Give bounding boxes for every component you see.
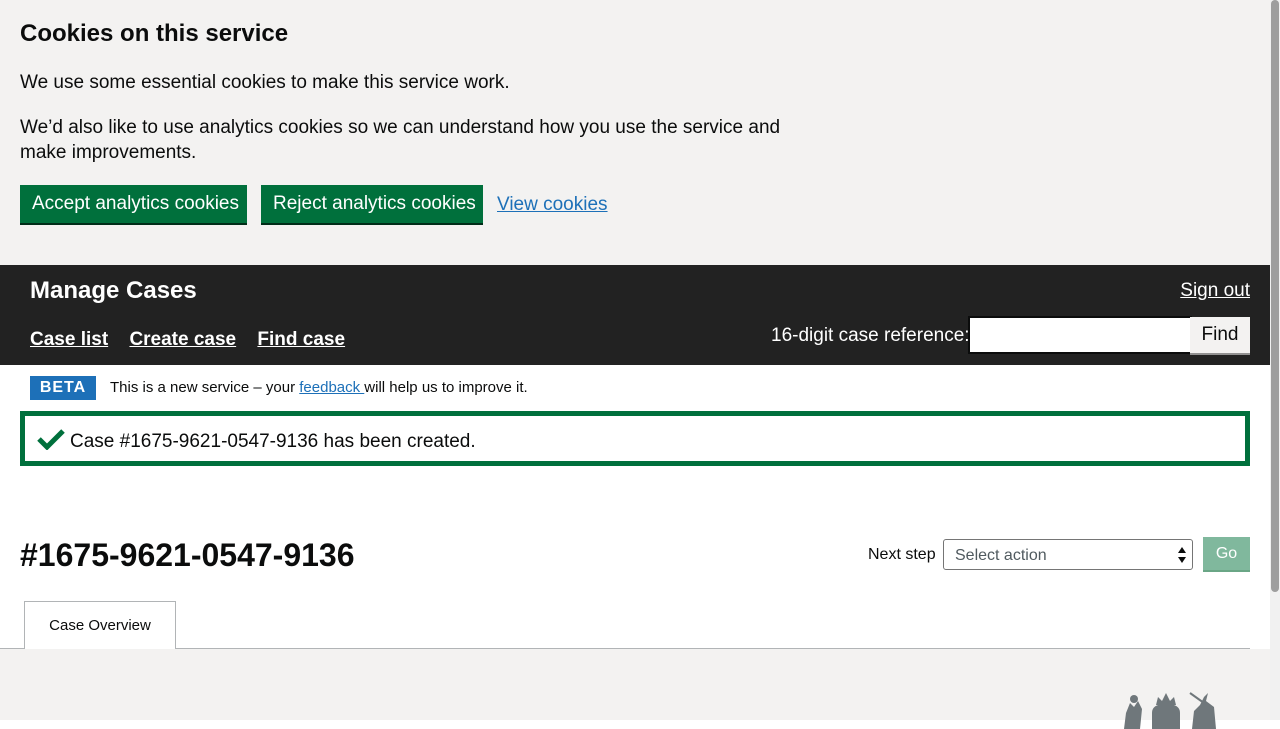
footer (0, 649, 1280, 729)
case-reference-input[interactable] (968, 316, 1192, 354)
beta-tag: BETA (30, 376, 96, 400)
cookie-banner-heading: Cookies on this service (20, 20, 289, 47)
beta-banner-text: This is a new service – your feedback wi… (110, 379, 528, 397)
page-scrollbar[interactable] (1270, 0, 1280, 720)
royal-crest-icon (1124, 692, 1216, 729)
feedback-link[interactable]: feedback (299, 379, 364, 396)
next-step-select-value: Select action (955, 547, 1047, 564)
reject-analytics-cookies-button[interactable]: Reject analytics cookies (261, 185, 483, 223)
find-button[interactable]: Find (1190, 317, 1250, 353)
next-step-label: Next step (868, 546, 936, 563)
scrollbar-thumb[interactable] (1271, 0, 1279, 592)
view-cookies-link[interactable]: View cookies (497, 193, 608, 217)
select-arrows-icon (1178, 547, 1186, 563)
success-alert-message: Case #1675-9621-0547-9136 has been creat… (70, 431, 476, 452)
accept-analytics-cookies-button[interactable]: Accept analytics cookies (20, 185, 247, 223)
nav-create-case-link[interactable]: Create case (129, 329, 236, 350)
site-header: Manage Cases Sign out Case list Create c… (0, 265, 1280, 365)
cookie-banner-text-analytics: We’d also like to use analytics cookies … (20, 117, 781, 163)
next-step-select[interactable]: Select action (943, 539, 1193, 570)
nav-case-list-link[interactable]: Case list (30, 329, 108, 350)
service-name[interactable]: Manage Cases (30, 276, 197, 306)
beta-text-before: This is a new service – your (110, 379, 300, 396)
sign-out-link[interactable]: Sign out (1180, 279, 1250, 303)
tab-case-overview[interactable]: Case Overview (24, 601, 176, 649)
cookie-banner: Cookies on this service We use some esse… (0, 0, 1270, 265)
case-title: #1675-9621-0547-9136 (20, 537, 355, 573)
nav-find-case-link[interactable]: Find case (257, 329, 345, 350)
success-alert: Case #1675-9621-0547-9136 has been creat… (20, 411, 1250, 466)
primary-nav: Case list Create case Find case (30, 328, 361, 352)
cookie-banner-text-essential: We use some essential cookies to make th… (20, 72, 510, 93)
check-icon (37, 429, 65, 450)
beta-text-after: will help us to improve it. (364, 379, 528, 396)
case-reference-label: 16-digit case reference: (771, 325, 970, 346)
go-button[interactable]: Go (1203, 537, 1250, 570)
